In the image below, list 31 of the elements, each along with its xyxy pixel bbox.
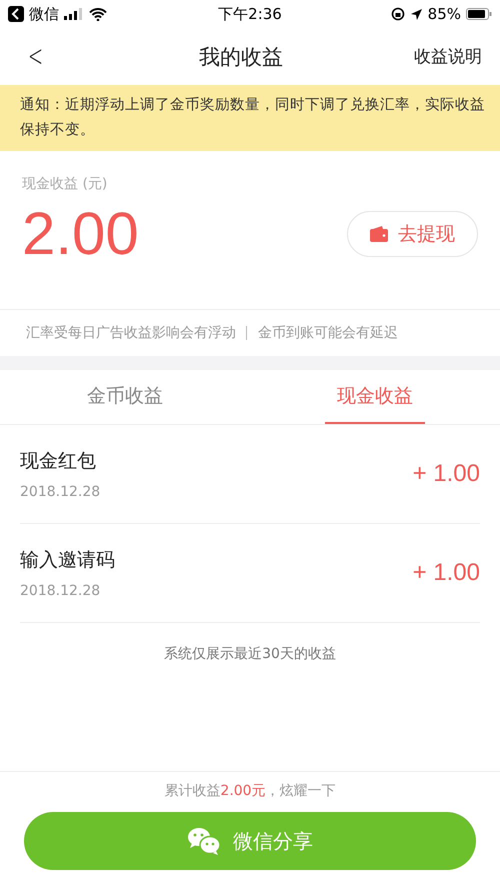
record-title: 输入邀请码	[20, 548, 115, 573]
cash-amount: 2.00	[22, 199, 139, 268]
chat-bubbles-icon	[187, 827, 221, 855]
record-amount: + 1.00	[412, 559, 480, 587]
back-app-label[interactable]: 微信	[29, 4, 59, 24]
summary-text: 累计收益2.00元，炫耀一下	[164, 782, 336, 800]
rotation-lock-icon	[390, 7, 405, 21]
divider-bar	[246, 326, 248, 340]
tip-text: 金币到账可能会有延迟	[258, 324, 398, 342]
record-amount: + 1.00	[412, 460, 480, 488]
earnings-info-link[interactable]: 收益说明	[414, 45, 482, 68]
location-icon	[410, 8, 423, 20]
earnings-tab[interactable]: 现金收益	[250, 370, 500, 424]
record-date: 2018.12.28	[20, 583, 102, 599]
record-date: 2018.12.28	[20, 484, 100, 500]
wifi-icon	[89, 8, 107, 20]
battery-icon	[466, 8, 492, 20]
page-title: 我的收益	[199, 44, 283, 70]
wechat-share-button[interactable]: 微信分享	[24, 812, 476, 870]
back-button[interactable]: <	[28, 39, 52, 74]
list-note: 系统仅展示最近30天的收益	[163, 645, 337, 663]
record-title: 现金红包	[20, 449, 97, 474]
withdraw-button[interactable]: 去提现	[347, 210, 478, 256]
notice-banner: 通知：近期浮动上调了金币奖励数量，同时下调了兑换汇率，实际收益保持不变。	[0, 85, 500, 151]
wallet-icon	[370, 226, 388, 242]
battery-percent: 85%	[428, 5, 461, 23]
status-time: 下午2:36	[218, 4, 282, 24]
cash-earnings-label: 现金收益 (元)	[22, 175, 108, 193]
signal-icon	[64, 8, 84, 20]
tip-text: 汇率受每日广告收益影响会有浮动	[26, 324, 236, 342]
earnings-tab[interactable]: 金币收益	[0, 370, 250, 424]
